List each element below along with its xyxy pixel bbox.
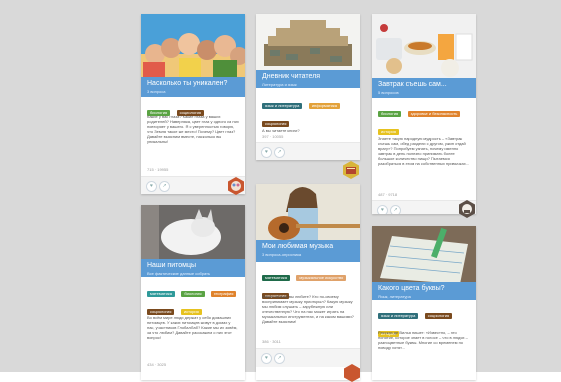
card-title[interactable]: Мои любимая музыка [262,243,333,251]
subject-badge-icon [228,177,244,195]
card-title[interactable]: Завтрак съешь сам... [378,81,447,89]
project-card[interactable]: Дневник читателя Литература и язык язык … [256,14,360,160]
project-card[interactable]: Завтрак съешь сам... 5 вопросов биология… [372,14,476,214]
card-description: Какую музыку вы любите? Кто по-своему во… [262,294,354,324]
project-card[interactable]: Мои любимая музыка 3 вопроса-опросника м… [256,184,360,380]
card-title-bar[interactable]: Насколько ты уникален? 3 вопроса [141,77,245,97]
share-icon[interactable]: ↗ [274,353,285,364]
card-subtitle: Литература и язык [262,82,297,87]
screenshot-background: Насколько ты уникален? 3 вопроса биологи… [0,0,561,382]
card-title-bar[interactable]: Мои любимая музыка 3 вопроса-опросника [256,240,360,262]
subject-tag[interactable]: информатика [308,103,340,109]
subject-tag[interactable]: социология [262,121,290,127]
card-description: Во всём мире люди держат у себя домашних… [147,315,238,340]
card-subtitle: 3 вопроса-опросника [262,252,302,257]
card-stats: 434 · 3025 [147,362,167,367]
card-stats: 487 · 9718 [378,192,398,197]
project-grid: Насколько ты уникален? 3 вопроса биологи… [126,0,491,382]
project-photo [256,184,360,246]
card-stats: 397 · 10055 [262,134,284,139]
project-photo [141,14,245,82]
subject-tag[interactable]: биология [181,291,205,297]
subject-tag[interactable]: математика [262,275,290,281]
project-photo [141,205,245,263]
card-subtitle: 5 вопросов [378,90,399,95]
subject-tag[interactable]: язык и литература [378,313,419,319]
project-photo [372,226,476,284]
share-icon[interactable]: ↗ [274,147,285,158]
project-photo [372,14,476,82]
subject-tag[interactable]: биология [378,111,402,117]
card-description: Знаете такую народную мудрость – «Завтра… [378,136,470,166]
subject-tag[interactable]: география [210,291,237,297]
subject-tag[interactable]: здоровье и безопасность [407,111,461,117]
share-icon[interactable]: ↗ [159,181,170,192]
card-subtitle: Язык, литература [378,294,411,299]
project-card[interactable]: Насколько ты уникален? 3 вопроса биологи… [141,14,245,194]
tag-list: язык и литература информатика социология [262,94,354,130]
card-title-bar[interactable]: Дневник читателя Литература и язык [256,70,360,88]
subject-tag[interactable]: история [378,129,399,135]
subject-tag[interactable]: язык и литература [262,103,303,109]
card-subtitle: Все фактические данные собрать [147,271,211,276]
subject-badge-icon [344,364,360,382]
card-description: Рассказ де Вилья пишет: «Известно, – это… [378,330,468,350]
card-subtitle: 3 вопроса [147,89,166,94]
like-icon[interactable]: ♥ [261,147,272,158]
subject-tag[interactable]: социология [424,313,453,319]
project-photo [256,14,360,74]
subject-badge-icon [343,161,359,179]
subject-badge-icon [459,200,475,218]
like-icon[interactable]: ♥ [377,205,388,214]
subject-tag[interactable]: математика [147,291,175,297]
card-actions: ♥ ↗ [256,142,360,160]
card-title[interactable]: Насколько ты уникален? [147,80,227,88]
card-description: Какие у вас глаза? Какие глаза у ваших р… [147,114,239,144]
card-description: А вы читаете книги? [262,128,300,133]
card-title[interactable]: Наши питомцы [147,262,196,270]
tag-list: биология здоровье и безопасность история [378,102,470,138]
card-title[interactable]: Какого цвета буквы? [378,285,445,293]
card-title-bar[interactable]: Завтрак съешь сам... 5 вопросов [372,78,476,98]
tag-list: математика биология география социология… [147,282,239,318]
share-icon[interactable]: ↗ [390,205,401,214]
project-card[interactable]: Какого цвета буквы? Язык, литература язы… [372,226,476,380]
card-title-bar[interactable]: Наши питомцы Все фактические данные собр… [141,259,245,277]
card-stats: 715 · 19955 [147,167,169,172]
subject-tag[interactable]: музыкальное искусство [296,275,347,281]
like-icon[interactable]: ♥ [261,353,272,364]
card-stats: 386 · 3011 [262,339,281,344]
project-card[interactable]: Наши питомцы Все фактические данные собр… [141,205,245,380]
card-title-bar[interactable]: Какого цвета буквы? Язык, литература [372,282,476,300]
card-title[interactable]: Дневник читателя [262,73,320,81]
like-icon[interactable]: ♥ [146,181,157,192]
